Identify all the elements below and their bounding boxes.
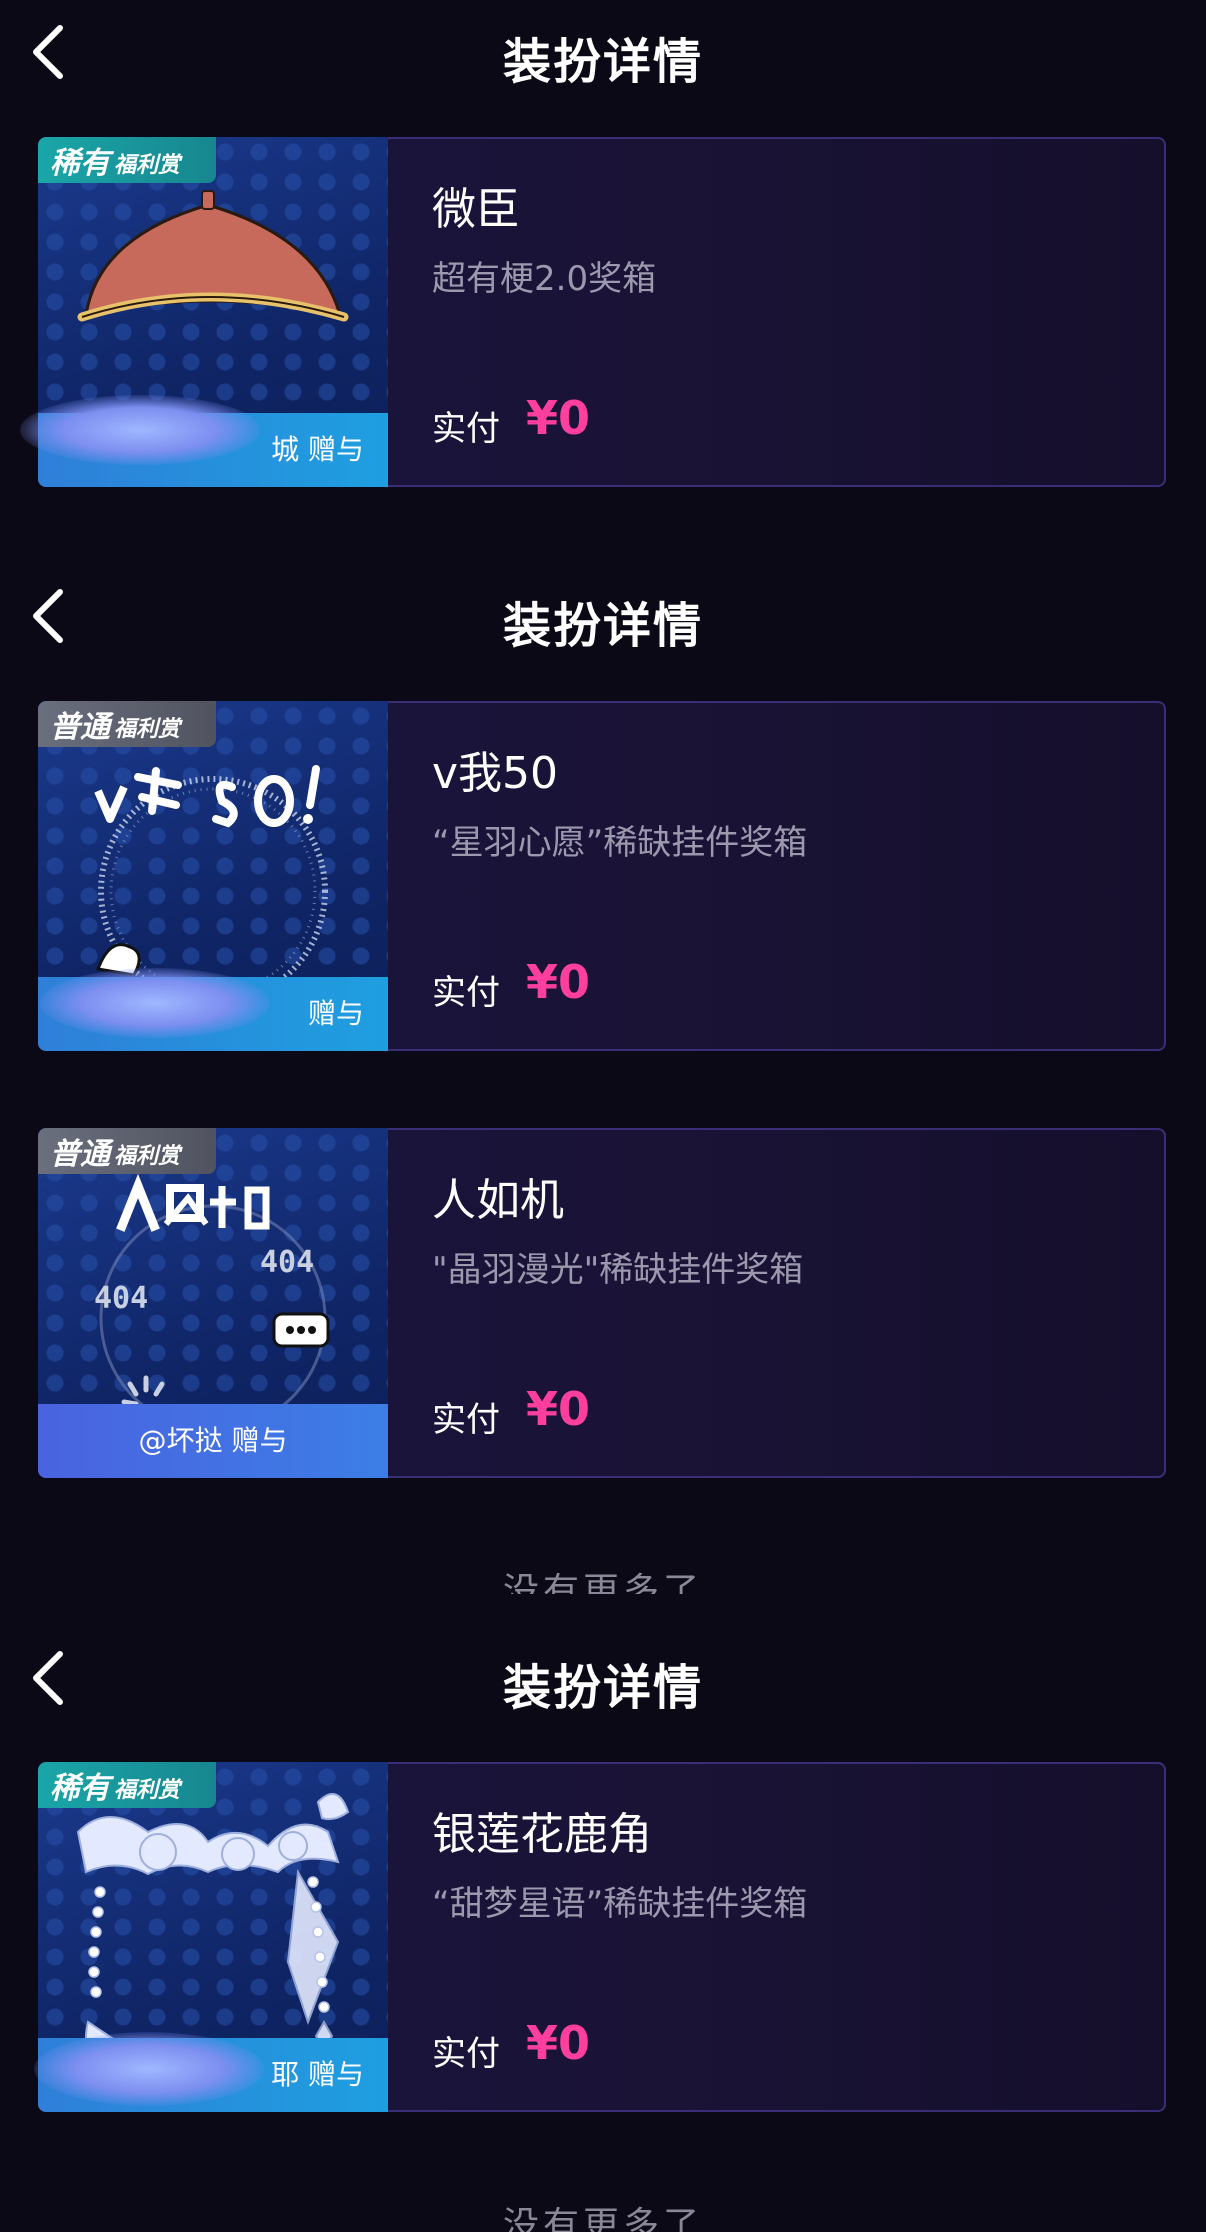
item-source: 超有梗2.0奖箱 (432, 259, 657, 299)
item-source: “星羽心愿”稀缺挂件奖箱 (432, 823, 808, 863)
item-name: 微臣 (432, 184, 520, 235)
header-3: 装扮详情 (0, 1626, 1206, 1736)
item-name: 人如机 (432, 1175, 564, 1226)
item-source: "晶羽漫光"稀缺挂件奖箱 (432, 1250, 804, 1290)
pay-label: 实付 (432, 973, 500, 1013)
header-2: 装扮详情 (0, 564, 1206, 674)
item-source: “甜梦星语”稀缺挂件奖箱 (432, 1884, 808, 1924)
redaction-blur (40, 968, 270, 1038)
page-title: 装扮详情 (502, 598, 703, 654)
pay-amount: ¥0 (526, 955, 591, 1009)
item-name: 银莲花鹿角 (432, 1809, 652, 1860)
redaction-blur (20, 395, 260, 465)
pay-label: 实付 (432, 2034, 500, 2074)
decoration-card[interactable]: 404 404 普通 福利赏 @坏挞 赠与 人如机 "晶羽漫光"稀缺挂件奖箱 实… (38, 1128, 1166, 1478)
no-more-text: 没有更多了 (502, 1571, 703, 1594)
pay-amount: ¥0 (526, 2016, 591, 2070)
rarity-badge: 稀有 福利赏 (38, 137, 216, 183)
rarity-badge: 普通 福利赏 (38, 701, 216, 747)
svg-text:404: 404 (260, 1245, 314, 1280)
redaction-blur (34, 2032, 264, 2106)
no-more-text: 没有更多了 (502, 2205, 703, 2232)
decoration-thumbnail: 404 404 普通 福利赏 @坏挞 赠与 (38, 1128, 388, 1478)
rarity-badge: 稀有 福利赏 (38, 1762, 216, 1808)
pay-amount: ¥0 (526, 391, 591, 445)
page-title: 装扮详情 (502, 1660, 703, 1716)
item-name: v我50 (432, 748, 559, 799)
pay-label: 实付 (432, 1400, 500, 1440)
pay-amount: ¥0 (526, 1382, 591, 1436)
page-title: 装扮详情 (502, 34, 703, 90)
header-1: 装扮详情 (0, 0, 1206, 110)
pay-label: 实付 (432, 409, 500, 449)
svg-text:404: 404 (94, 1281, 148, 1316)
gift-label: @坏挞 赠与 (38, 1404, 388, 1478)
rarity-badge: 普通 福利赏 (38, 1128, 216, 1174)
